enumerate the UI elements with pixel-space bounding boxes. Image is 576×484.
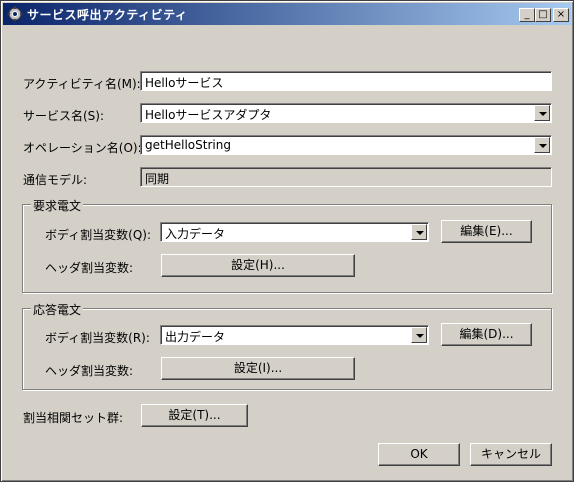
- activity-name-label: アクティビティ名(M):: [23, 77, 141, 91]
- close-button[interactable]: ×: [553, 8, 569, 22]
- maximize-button[interactable]: □: [535, 8, 551, 22]
- operation-name-label: オペレーション名(O):: [23, 141, 142, 155]
- response-body-select[interactable]: 出力データ: [160, 325, 429, 345]
- dialog-window: サービス呼出アクティビティ _ □ × アクティビティ名(M): Helloサー…: [0, 0, 574, 482]
- request-body-select[interactable]: 入力データ: [160, 222, 429, 242]
- correlation-set-label: 割当相関セット群:: [23, 411, 124, 425]
- request-message-group: 要求電文: [22, 197, 552, 293]
- minimize-button[interactable]: _: [519, 8, 535, 22]
- response-body-label: ボディ割当変数(R):: [45, 331, 150, 345]
- request-body-label: ボディ割当変数(Q):: [45, 228, 152, 242]
- response-header-label: ヘッダ割当変数:: [45, 364, 134, 378]
- request-body-value: 入力データ: [165, 227, 226, 241]
- response-header-button[interactable]: 設定(I)...: [161, 357, 355, 380]
- comm-model-field: 同期: [140, 167, 552, 187]
- cancel-button[interactable]: キャンセル: [470, 443, 552, 466]
- chevron-down-icon[interactable]: [411, 327, 427, 343]
- service-name-value: Helloサービスアダプタ: [145, 108, 272, 122]
- chevron-down-icon[interactable]: [534, 137, 550, 153]
- gear-icon: [7, 6, 23, 22]
- request-header-button[interactable]: 設定(H)...: [161, 254, 355, 277]
- comm-model-label: 通信モデル:: [23, 173, 88, 187]
- activity-name-input[interactable]: Helloサービス: [140, 71, 552, 91]
- service-name-select[interactable]: Helloサービスアダプタ: [140, 103, 552, 123]
- ok-button[interactable]: OK: [378, 443, 460, 466]
- operation-name-value: getHelloString: [145, 138, 231, 152]
- chevron-down-icon[interactable]: [411, 224, 427, 240]
- window-title: サービス呼出アクティビティ: [27, 8, 188, 22]
- request-group-title: 要求電文: [31, 197, 84, 214]
- operation-name-select[interactable]: getHelloString: [140, 135, 552, 155]
- title-bar[interactable]: サービス呼出アクティビティ _ □ ×: [3, 3, 571, 25]
- response-edit-button[interactable]: 編集(D)...: [441, 323, 532, 346]
- response-body-value: 出力データ: [165, 330, 226, 344]
- response-group-title: 応答電文: [31, 301, 84, 318]
- correlation-set-button[interactable]: 設定(T)...: [141, 404, 248, 427]
- chevron-down-icon[interactable]: [534, 105, 550, 121]
- service-name-label: サービス名(S):: [23, 109, 105, 123]
- request-header-label: ヘッダ割当変数:: [45, 261, 134, 275]
- request-edit-button[interactable]: 編集(E)...: [441, 220, 532, 243]
